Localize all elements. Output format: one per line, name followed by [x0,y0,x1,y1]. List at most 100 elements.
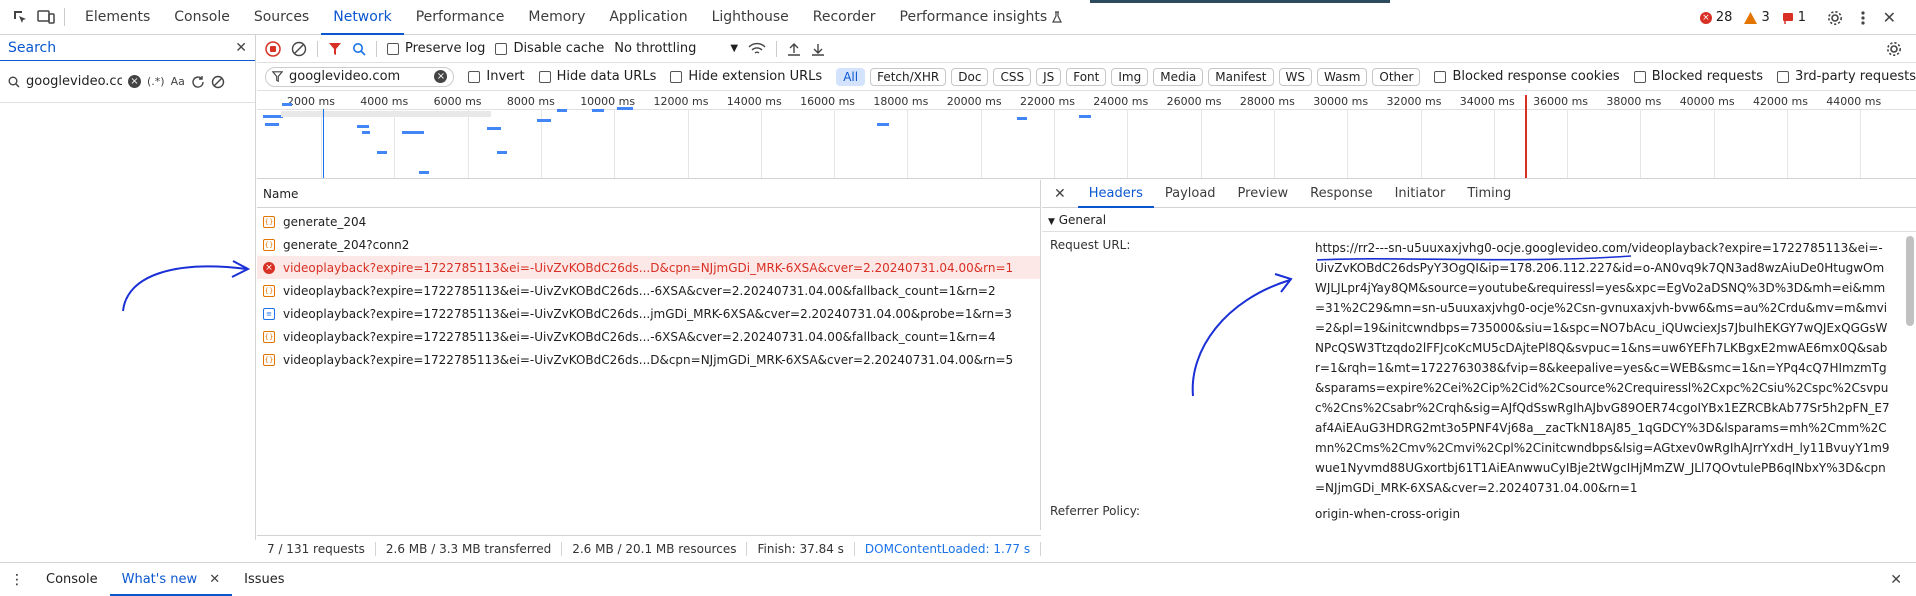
request-row[interactable]: × videoplayback?expire=1722785113&ei=-Uiv… [257,256,1040,279]
type-filter-doc[interactable]: Doc [951,67,989,86]
request-row[interactable]: {} generate_204?conn2 [257,233,1040,256]
detail-tab-headers[interactable]: Headers [1077,180,1154,208]
tab-lighthouse[interactable]: Lighthouse [700,0,801,35]
type-filter-manifest[interactable]: Manifest [1208,67,1274,86]
type-filter-js[interactable]: JS [1036,67,1062,86]
blocked-requests-checkbox[interactable]: Blocked requests [1633,69,1763,84]
filter-input[interactable]: googlevideo.com × [265,66,455,87]
network-conditions-icon[interactable] [748,42,766,56]
timeline-gridline [614,109,616,178]
detail-tab-initiator[interactable]: Initiator [1384,180,1457,208]
timeline-gridline [1787,109,1788,178]
tab-application[interactable]: Application [597,0,699,35]
close-search-icon[interactable]: ✕ [235,40,247,56]
request-rows: {} generate_204 {} generate_204?conn2 × video… [257,208,1040,371]
resources-size: 2.6 MB / 20.1 MB resources [562,542,748,556]
tab-network[interactable]: Network [321,0,404,35]
clear-results-icon[interactable] [211,75,225,89]
toolbar-divider [776,40,778,57]
hide-data-urls-checkbox[interactable]: Hide data URLs [538,69,656,84]
invert-checkbox[interactable]: Invert [468,69,525,84]
timeline-gridline [907,109,909,178]
export-har-icon[interactable] [811,42,825,56]
console-badges[interactable]: × 28 3 1 [1699,0,1806,35]
tab-performance[interactable]: Performance [404,0,517,35]
type-filter-css[interactable]: CSS [993,67,1032,86]
request-count: 7 / 131 requests [257,542,376,556]
preserve-log-checkbox[interactable]: Preserve log [387,41,485,56]
import-har-icon[interactable] [787,42,801,56]
regex-toggle[interactable]: (.*) [147,75,165,88]
tab-performance-insights[interactable]: Performance insights [888,0,1076,35]
filter-icon[interactable] [328,42,342,56]
xhr-icon: {} [263,238,275,251]
clear-log-icon[interactable] [291,41,307,57]
name-column-header[interactable]: Name [257,180,1040,208]
detail-scrollbar[interactable] [1906,236,1914,326]
disable-cache-checkbox[interactable]: Disable cache [495,41,604,56]
request-row[interactable]: {} videoplayback?expire=1722785113&ei=-Ui… [257,279,1040,302]
search-input[interactable]: googlevideo.cc [26,74,122,89]
close-drawer-icon[interactable]: ✕ [1890,572,1902,588]
timeline-selection-overlay [281,111,491,117]
detail-tab-timing[interactable]: Timing [1456,180,1522,208]
type-filter-ws[interactable]: WS [1278,67,1312,86]
timeline-gridline [1567,109,1569,178]
drawer-tab-console[interactable]: Console [34,564,110,596]
detail-tab-response[interactable]: Response [1299,180,1383,208]
type-filter-media[interactable]: Media [1153,67,1204,86]
request-url-value[interactable]: https://rr2---sn-u5uuxaxjvhg0-ocje.googl… [1315,238,1890,498]
general-section-header[interactable]: ▼ General [1042,208,1916,232]
stop-recording-icon[interactable] [265,40,281,57]
tab-elements[interactable]: Elements [73,0,162,35]
search-icon[interactable] [352,42,366,56]
timeline-tick-label: 44000 ms [1826,95,1882,108]
drawer-menu-icon[interactable]: ⋮ [0,572,34,588]
request-row[interactable]: {} videoplayback?expire=1722785113&ei=-Ui… [257,348,1040,371]
close-devtools-icon[interactable]: ✕ [1883,8,1896,27]
type-filter-other[interactable]: Other [1372,67,1421,86]
detail-tab-preview[interactable]: Preview [1227,180,1300,208]
tab-sources[interactable]: Sources [242,0,321,35]
timeline-tick-label: 40000 ms [1679,95,1735,108]
timeline-request-bar [377,151,387,154]
drawer-tab-whats-new[interactable]: What's new ✕ [109,564,233,596]
request-row[interactable]: {} generate_204 [257,210,1040,233]
tab-recorder[interactable]: Recorder [801,0,888,35]
timeline-tick-label: 26000 ms [1166,95,1222,108]
tab-console[interactable]: Console [162,0,242,35]
drawer-tab-issues[interactable]: Issues [232,564,296,596]
issue-flag-icon [1782,12,1793,24]
hide-extension-urls-checkbox[interactable]: Hide extension URLs [670,69,822,84]
close-detail-icon[interactable]: ✕ [1042,186,1078,202]
tab-memory[interactable]: Memory [516,0,597,35]
close-tab-icon[interactable]: ✕ [209,572,220,587]
device-toolbar-icon[interactable] [36,7,56,27]
gear-icon[interactable] [1827,10,1843,26]
clear-search-icon[interactable]: × [128,75,141,88]
inspect-element-icon[interactable] [10,7,30,27]
throttling-select[interactable]: No throttling ▼ [614,41,738,56]
request-row[interactable]: {} videoplayback?expire=1722785113&ei=-Ui… [257,325,1040,348]
type-filter-fetch-xhr[interactable]: Fetch/XHR [870,67,947,86]
timeline-gridline [1860,109,1862,178]
third-party-checkbox[interactable]: 3rd-party requests [1776,69,1916,84]
timeline-tick-label: 16000 ms [800,95,856,108]
type-filter-all[interactable]: All [836,67,866,86]
timeline-request-bar [362,131,370,134]
network-overview-timeline[interactable]: 2000 ms 4000 ms 6000 ms 8000 ms 10000 ms 1200… [257,91,1916,179]
network-settings-gear-icon[interactable] [1886,41,1902,57]
filter-value: googlevideo.com [289,69,401,84]
type-filter-wasm[interactable]: Wasm [1316,67,1368,86]
type-filter-img[interactable]: Img [1111,67,1149,86]
clear-filter-icon[interactable]: × [434,70,448,83]
type-filter-font[interactable]: Font [1066,67,1107,86]
blocked-cookies-checkbox[interactable]: Blocked response cookies [1434,69,1620,84]
more-vertical-icon[interactable] [1860,10,1865,26]
match-case-toggle[interactable]: Aa [171,75,185,88]
refresh-icon[interactable] [191,75,205,89]
timeline-gridline [980,109,982,178]
request-row[interactable]: ≡ videoplayback?expire=1722785113&ei=-Uiv… [257,302,1040,325]
detail-tab-payload[interactable]: Payload [1154,180,1227,208]
triangle-down-icon: ▼ [1048,217,1055,227]
